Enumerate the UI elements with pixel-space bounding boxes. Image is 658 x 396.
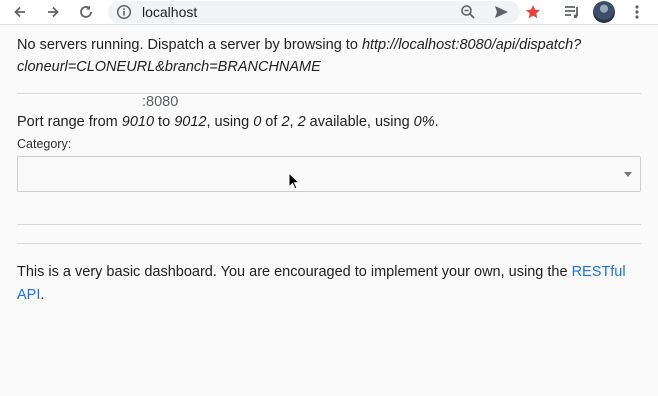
divider xyxy=(17,243,641,244)
ports-percent: 0% xyxy=(413,114,435,130)
port-text-2: to xyxy=(154,114,175,130)
avatar[interactable] xyxy=(593,1,615,23)
info-icon[interactable] xyxy=(116,4,132,20)
url-host: localhost xyxy=(142,4,198,20)
port-range-text: Port range from 9010 to 9012, using 0 of… xyxy=(17,114,439,130)
port-text-1: Port range from xyxy=(17,114,122,130)
footer-end: . xyxy=(40,287,45,303)
message-text: No servers running. Dispatch a server by… xyxy=(17,37,362,53)
divider xyxy=(17,93,641,94)
reload-icon[interactable] xyxy=(75,1,97,23)
port-text-3: , using xyxy=(206,114,254,130)
mouse-cursor-icon xyxy=(288,171,301,195)
port-text-4: of xyxy=(261,114,282,130)
forward-icon[interactable] xyxy=(42,1,64,23)
ports-available: 2 xyxy=(297,114,306,130)
port-from: 9010 xyxy=(121,114,155,130)
more-icon[interactable] xyxy=(626,1,648,23)
star-icon[interactable] xyxy=(522,1,544,23)
port-text-7: . xyxy=(434,114,439,130)
ports-total: 2 xyxy=(281,114,290,130)
back-icon[interactable] xyxy=(9,1,31,23)
category-select[interactable] xyxy=(17,156,641,192)
chevron-down-icon xyxy=(624,172,632,177)
browser-toolbar: localhost :8080 xyxy=(0,0,658,110)
no-servers-message: No servers running. Dispatch a server by… xyxy=(17,34,637,78)
footer-message: This is a very basic dashboard. You are … xyxy=(17,264,572,280)
zoom-out-icon[interactable] xyxy=(457,1,479,23)
category-label: Category: xyxy=(17,137,72,151)
reading-list-icon[interactable] xyxy=(561,1,583,23)
divider xyxy=(17,224,641,225)
footer-text: This is a very basic dashboard. You are … xyxy=(17,261,637,307)
url-text: localhost :8080 xyxy=(142,4,198,110)
url-port: :8080 xyxy=(142,94,179,110)
port-text-5: , xyxy=(289,114,298,130)
send-icon[interactable] xyxy=(490,1,512,23)
port-to: 9012 xyxy=(174,114,207,130)
port-text-6: available, using xyxy=(305,114,414,130)
